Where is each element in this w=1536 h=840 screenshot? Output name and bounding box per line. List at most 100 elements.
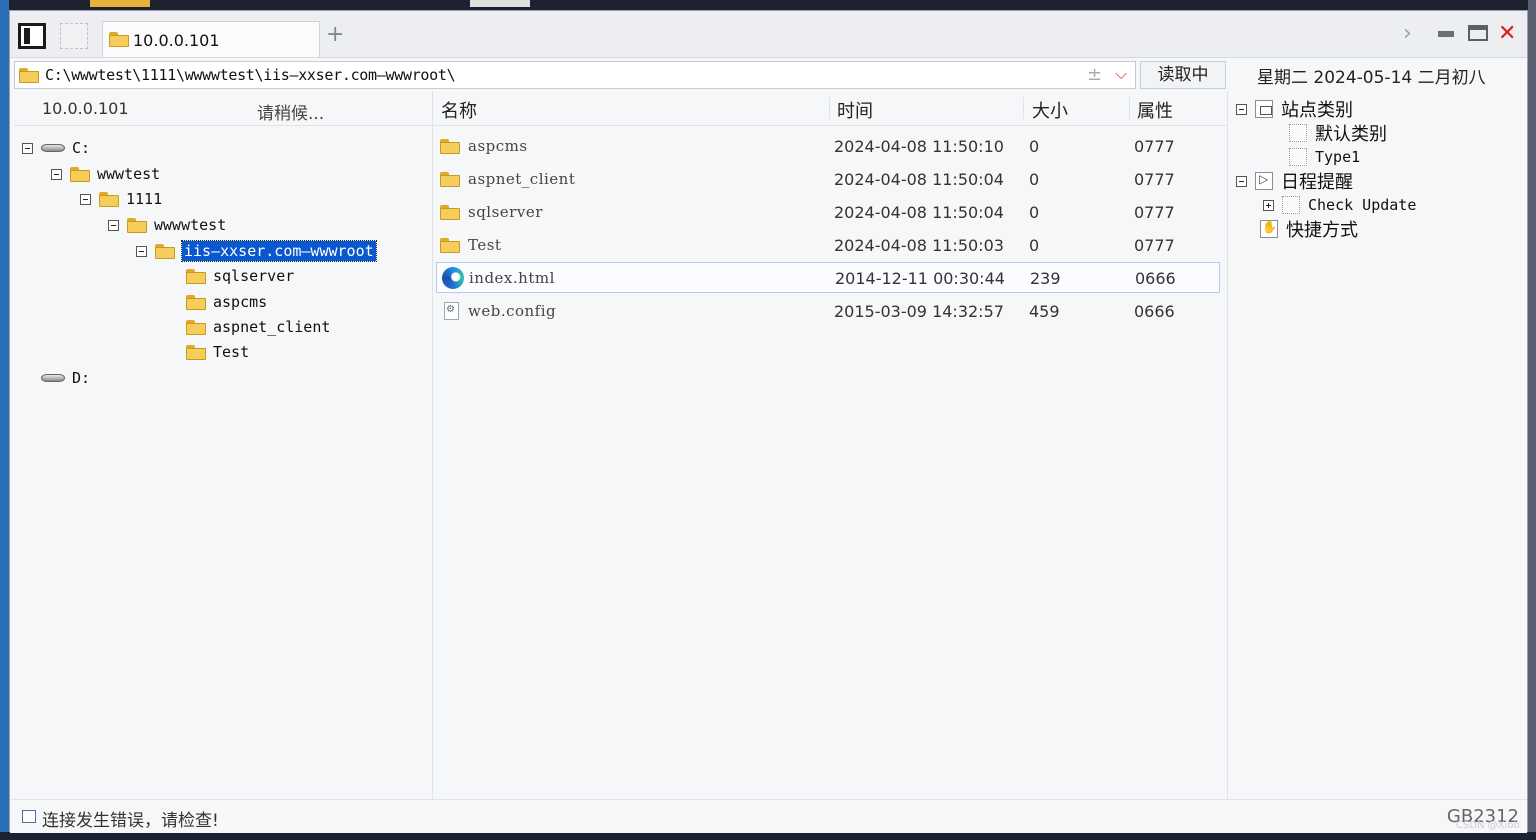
file-time: 2015-03-09 14:32:57 <box>834 302 1004 321</box>
tree-label: wwwtest <box>97 165 161 183</box>
tree-node-aspcms[interactable]: aspcms <box>186 291 267 313</box>
tree-label: sqlserver <box>213 267 295 285</box>
folder-icon <box>186 268 206 284</box>
folder-icon <box>109 32 129 47</box>
folder-icon <box>70 166 90 182</box>
collapse-icon[interactable] <box>22 142 33 154</box>
tree-node-drive-c[interactable]: C: <box>22 137 90 159</box>
chevron-down-icon[interactable]: ⌵ <box>1115 64 1127 84</box>
collapse-icon[interactable] <box>108 219 119 231</box>
folder-icon <box>99 191 119 207</box>
tree-label: D: <box>72 369 91 387</box>
expand-icon[interactable] <box>1263 199 1274 211</box>
maximize-button[interactable] <box>1468 25 1488 41</box>
file-size: 0 <box>1029 170 1040 189</box>
file-name: web.config <box>468 302 557 320</box>
tab-host[interactable]: 10.0.0.101 <box>102 21 320 57</box>
loading-status: 请稍候... <box>257 104 325 124</box>
tab-label: 10.0.0.101 <box>133 31 220 50</box>
column-header-time[interactable]: 时间 <box>837 97 873 122</box>
close-button[interactable]: ✕ <box>1498 23 1516 45</box>
blank-tab-icon[interactable] <box>60 23 88 49</box>
tree-node-wwwtest[interactable]: wwwtest <box>51 163 160 185</box>
file-attr: 0777 <box>1134 137 1175 156</box>
file-size: 0 <box>1029 236 1040 255</box>
tree-label: C: <box>72 139 91 157</box>
file-time: 2024-04-08 11:50:04 <box>834 170 1004 189</box>
address-row: C:\wwwtest\1111\wwwwtest\iis—xxser.com—w… <box>10 59 1229 91</box>
file-time: 2024-04-08 11:50:04 <box>834 203 1004 222</box>
tree-node-drive-d[interactable]: D: <box>41 367 90 389</box>
read-button[interactable]: 读取中 <box>1140 61 1226 89</box>
folder-icon <box>440 238 460 253</box>
file-row-highlighted[interactable]: index.html 2014-12-11 00:30:44 239 0666 <box>436 262 1220 293</box>
tree-label: 站点类别 <box>1281 100 1353 121</box>
tree-node-selected-wwwroot[interactable]: iis—xxser.com—wwwroot <box>136 240 377 262</box>
file-row[interactable]: aspnet_client 2024-04-08 11:50:04 0 0777 <box>436 164 1220 195</box>
path-input[interactable]: C:\wwwtest\1111\wwwwtest\iis—xxser.com—w… <box>14 61 1136 89</box>
sidebar-pane: 站点类别 默认类别 Type1 日程提醒 Check Update 快捷方式 <box>1228 91 1525 799</box>
add-tab-button[interactable]: + <box>326 24 344 46</box>
folder-icon <box>440 139 460 154</box>
file-attr: 0666 <box>1135 269 1176 288</box>
tree-node-1111[interactable]: 1111 <box>80 188 162 210</box>
toggle-panel-icon[interactable] <box>18 23 46 49</box>
folder-icon <box>186 294 206 310</box>
tree-label: aspcms <box>213 293 268 311</box>
file-time: 2024-04-08 11:50:10 <box>834 137 1004 156</box>
minimize-button[interactable] <box>1438 31 1454 37</box>
drive-icon <box>41 142 65 154</box>
host-label: 10.0.0.101 <box>42 99 129 118</box>
tree-node-aspnet-client[interactable]: aspnet_client <box>186 316 330 338</box>
tree-label: Test <box>213 343 250 361</box>
drive-icon <box>41 372 65 384</box>
file-name: aspcms <box>468 137 528 155</box>
desktop-background-top <box>0 0 1536 10</box>
item-icon <box>1289 124 1307 142</box>
status-message: 连接发生错误，请检查! <box>42 811 219 831</box>
desktop-background-left <box>0 0 9 840</box>
collapse-icon[interactable] <box>1236 103 1247 115</box>
file-row[interactable]: Test 2024-04-08 11:50:03 0 0777 <box>436 230 1220 261</box>
collapse-icon[interactable] <box>51 168 62 180</box>
tree-header: 10.0.0.101 请稍候... <box>14 91 432 126</box>
desktop-background-right <box>1528 0 1536 840</box>
default-category-node[interactable]: 默认类别 <box>1289 121 1387 145</box>
hand-icon <box>1260 220 1278 238</box>
tree-label: 快捷方式 <box>1286 220 1358 241</box>
tree-node-test[interactable]: Test <box>186 341 249 363</box>
file-size: 459 <box>1029 302 1060 321</box>
file-row[interactable]: aspcms 2024-04-08 11:50:10 0 0777 <box>436 131 1220 162</box>
open-folder-icon <box>155 243 175 259</box>
collapse-icon[interactable] <box>1236 175 1247 187</box>
site-category-node[interactable]: 站点类别 <box>1236 97 1353 121</box>
schedule-icon <box>1255 172 1273 190</box>
check-update-node[interactable]: Check Update <box>1263 193 1416 217</box>
file-attr: 0777 <box>1134 170 1175 189</box>
collapse-icon[interactable] <box>80 193 91 205</box>
schedule-node[interactable]: 日程提醒 <box>1236 169 1353 193</box>
file-attr: 0777 <box>1134 203 1175 222</box>
shortcuts-node[interactable]: 快捷方式 <box>1260 217 1358 241</box>
edge-browser-icon <box>442 267 464 289</box>
status-icon <box>22 810 36 823</box>
tree-node-wwwwtest[interactable]: wwwwtest <box>108 214 226 236</box>
folder-icon <box>186 344 206 360</box>
column-header-attr[interactable]: 属性 <box>1137 97 1173 122</box>
file-name: Test <box>468 236 502 254</box>
chevron-right-icon[interactable]: › <box>1403 23 1412 45</box>
plus-minus-icon[interactable]: ± <box>1087 64 1102 85</box>
desktop-background-bottom <box>0 832 1536 840</box>
folder-icon <box>186 319 206 335</box>
tree-node-sqlserver[interactable]: sqlserver <box>186 265 294 287</box>
folder-icon <box>19 68 39 83</box>
collapse-icon[interactable] <box>136 245 147 257</box>
file-row[interactable]: web.config 2015-03-09 14:32:57 459 0666 <box>436 296 1220 327</box>
column-header-size[interactable]: 大小 <box>1032 97 1068 122</box>
tree-label: 日程提醒 <box>1281 172 1353 193</box>
watermark-text: CSDN @Xibb <box>1455 820 1520 831</box>
item-icon <box>1289 148 1307 166</box>
column-header-name[interactable]: 名称 <box>441 97 477 122</box>
file-row[interactable]: sqlserver 2024-04-08 11:50:04 0 0777 <box>436 197 1220 228</box>
type1-node[interactable]: Type1 <box>1289 145 1360 169</box>
